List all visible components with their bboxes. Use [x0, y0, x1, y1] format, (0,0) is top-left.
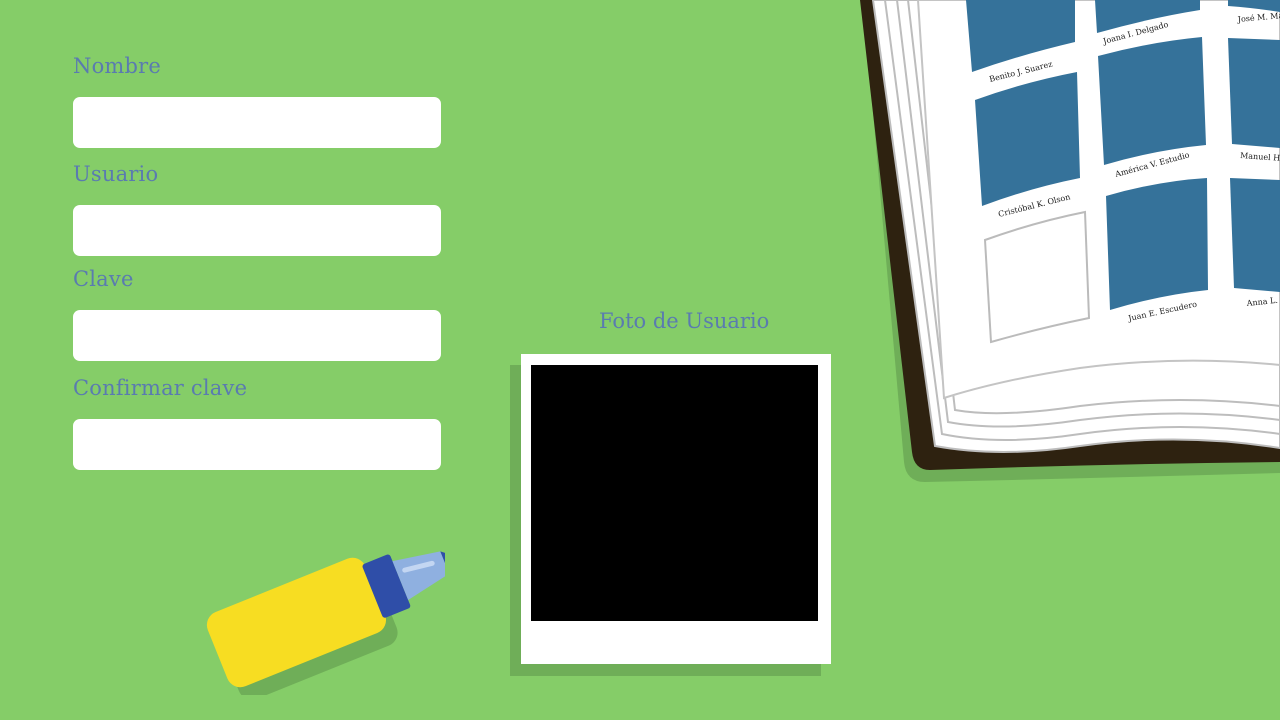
user-photo-frame[interactable] — [521, 354, 831, 664]
nombre-label: Nombre — [73, 54, 162, 78]
clave-label: Clave — [73, 267, 134, 291]
photo-album-illustration: Benito J. Suarez Joana I. Delgado José M… — [860, 0, 1280, 482]
glue-bottle-icon — [206, 551, 445, 695]
user-photo-placeholder — [531, 365, 818, 621]
foto-de-usuario-label: Foto de Usuario — [599, 309, 770, 333]
nombre-input[interactable] — [73, 97, 441, 148]
confirmar-clave-label: Confirmar clave — [73, 376, 248, 400]
confirmar-clave-input[interactable] — [73, 419, 441, 470]
usuario-input[interactable] — [73, 205, 441, 256]
clave-input[interactable] — [73, 310, 441, 361]
usuario-label: Usuario — [73, 162, 159, 186]
